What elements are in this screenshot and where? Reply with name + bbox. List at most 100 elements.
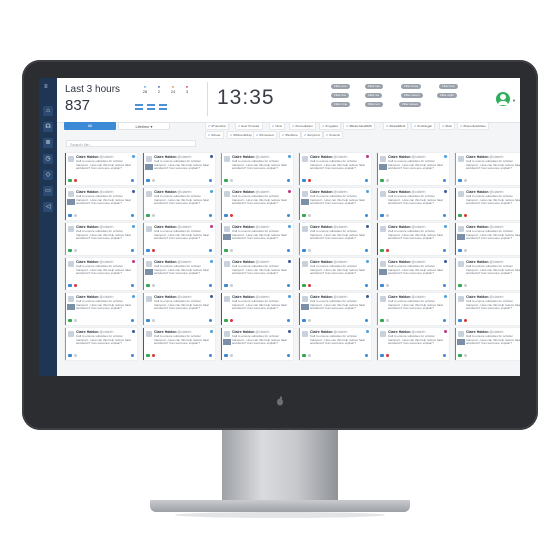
- share-icon[interactable]: [209, 354, 212, 357]
- filter-chip[interactable]: Filter two: [365, 84, 384, 89]
- share-icon[interactable]: [131, 319, 134, 322]
- post-card[interactable]: Claire Haldon @claireh Call to ensure sub…: [455, 223, 520, 255]
- heart-icon[interactable]: [386, 284, 389, 287]
- heart-icon[interactable]: [230, 284, 233, 287]
- sentiment-icon[interactable]: [380, 319, 384, 322]
- post-card[interactable]: Claire Haldon @claireh Call to ensure sub…: [65, 188, 137, 220]
- tab-all[interactable]: All: [64, 122, 116, 130]
- filter-chip[interactable]: Filter seven: [401, 93, 423, 98]
- post-card[interactable]: Claire Haldon @claireh Call to ensure sub…: [455, 328, 520, 360]
- post-card[interactable]: Claire Haldon @claireh Call to ensure sub…: [221, 188, 293, 220]
- sentiment-icon[interactable]: [302, 354, 306, 357]
- post-card[interactable]: Claire Haldon @claireh Call to ensure sub…: [143, 328, 215, 360]
- post-image[interactable]: [67, 304, 75, 310]
- share-icon[interactable]: [365, 214, 368, 217]
- share-icon[interactable]: [131, 354, 134, 357]
- filter-chip[interactable]: Filter four: [439, 84, 458, 89]
- heart-icon[interactable]: [152, 354, 155, 357]
- search-input[interactable]: Search file...: [66, 140, 196, 147]
- post-card[interactable]: Claire Haldon @claireh Call to ensure sub…: [455, 153, 520, 185]
- post-card[interactable]: Claire Haldon @claireh Call to ensure sub…: [377, 293, 449, 325]
- hashtag-filter[interactable]: #BetterIdeaMMS: [343, 122, 375, 130]
- share-icon[interactable]: [287, 354, 290, 357]
- post-card[interactable]: Claire Haldon @claireh Call to ensure sub…: [377, 188, 449, 220]
- post-card[interactable]: Claire Haldon @claireh Call to ensure sub…: [221, 258, 293, 290]
- share-icon[interactable]: [131, 214, 134, 217]
- time-range-label[interactable]: Last 3 hours: [65, 84, 120, 95]
- post-card[interactable]: Claire Haldon @claireh Call to ensure sub…: [377, 328, 449, 360]
- heart-icon[interactable]: [464, 179, 467, 182]
- hashtag-filter[interactable]: #Favorite&Share: [457, 122, 489, 130]
- sentiment-icon[interactable]: [146, 214, 150, 217]
- heart-icon[interactable]: [386, 249, 389, 252]
- post-image[interactable]: [301, 304, 309, 310]
- heart-icon[interactable]: [230, 319, 233, 322]
- hashtag-filter[interactable]: Chat: [269, 122, 285, 130]
- hashtag-filter[interactable]: #bell: [439, 122, 455, 130]
- post-card[interactable]: Claire Haldon @claireh Call to ensure sub…: [221, 223, 293, 255]
- share-icon[interactable]: [287, 249, 290, 252]
- home-icon[interactable]: ⌂: [43, 106, 53, 116]
- heart-icon[interactable]: [152, 214, 155, 217]
- hashtag-filter[interactable]: #Transition: [205, 122, 230, 130]
- share-icon[interactable]: [443, 249, 446, 252]
- headset-icon[interactable]: ☊: [43, 122, 53, 132]
- heart-icon[interactable]: [74, 284, 77, 287]
- sentiment-icon[interactable]: [146, 284, 150, 287]
- post-card[interactable]: Claire Haldon @claireh Call to ensure sub…: [65, 258, 137, 290]
- post-image[interactable]: [457, 234, 465, 240]
- share-icon[interactable]: [209, 319, 212, 322]
- share-icon[interactable]: [209, 249, 212, 252]
- sentiment-icon[interactable]: [224, 354, 228, 357]
- post-card[interactable]: Claire Haldon @claireh Call to ensure sub…: [143, 258, 215, 290]
- sentiment-icon[interactable]: [302, 319, 306, 322]
- share-icon[interactable]: [209, 179, 212, 182]
- share-icon[interactable]: [443, 319, 446, 322]
- post-card[interactable]: Claire Haldon @claireh Call to ensure sub…: [65, 223, 137, 255]
- megaphone-icon[interactable]: ◁: [43, 202, 53, 212]
- post-card[interactable]: Claire Haldon @claireh Call to ensure sub…: [299, 153, 371, 185]
- sentiment-icon[interactable]: [458, 284, 462, 287]
- heart-icon[interactable]: [74, 214, 77, 217]
- sentiment-icon[interactable]: [224, 249, 228, 252]
- share-icon[interactable]: [287, 284, 290, 287]
- post-image[interactable]: [67, 199, 75, 205]
- sentiment-icon[interactable]: [146, 179, 150, 182]
- heart-icon[interactable]: [74, 319, 77, 322]
- post-card[interactable]: Claire Haldon @claireh Call to ensure sub…: [221, 328, 293, 360]
- heart-icon[interactable]: [464, 249, 467, 252]
- hashtag-filter[interactable]: #notcurt: [323, 131, 344, 139]
- sentiment-icon[interactable]: [380, 214, 384, 217]
- sentiment-icon[interactable]: [68, 319, 72, 322]
- heart-icon[interactable]: [230, 354, 233, 357]
- heart-icon[interactable]: [386, 214, 389, 217]
- hashtag-filter[interactable]: Ever Provider: [235, 122, 263, 130]
- sentiment-icon[interactable]: [68, 354, 72, 357]
- share-icon[interactable]: [443, 284, 446, 287]
- share-icon[interactable]: [287, 179, 290, 182]
- share-icon[interactable]: [209, 214, 212, 217]
- share-icon[interactable]: [287, 319, 290, 322]
- post-image[interactable]: [301, 199, 309, 205]
- filter-chip[interactable]: Filter five: [331, 93, 350, 98]
- post-card[interactable]: Claire Haldon @claireh Call to ensure sub…: [377, 258, 449, 290]
- heart-icon[interactable]: [464, 354, 467, 357]
- share-icon[interactable]: [365, 179, 368, 182]
- post-card[interactable]: Claire Haldon @claireh Call to ensure sub…: [65, 328, 137, 360]
- clock-icon[interactable]: ◷: [43, 154, 53, 164]
- sentiment-icon[interactable]: [224, 284, 228, 287]
- sentiment-icon[interactable]: [458, 354, 462, 357]
- sentiment-icon[interactable]: [68, 179, 72, 182]
- post-card[interactable]: Claire Haldon @claireh Call to ensure sub…: [455, 258, 520, 290]
- sentiment-icon[interactable]: [380, 179, 384, 182]
- heart-icon[interactable]: [230, 249, 233, 252]
- post-card[interactable]: Claire Haldon @claireh Call to ensure sub…: [455, 293, 520, 325]
- sentiment-icon[interactable]: [302, 249, 306, 252]
- sentiment-icon[interactable]: [302, 179, 306, 182]
- post-card[interactable]: Claire Haldon @claireh Call to ensure sub…: [143, 223, 215, 255]
- heart-icon[interactable]: [152, 249, 155, 252]
- filter-chip[interactable]: Filter six: [365, 93, 383, 98]
- heart-icon[interactable]: [464, 319, 467, 322]
- sentiment-icon[interactable]: [458, 179, 462, 182]
- sentiment-icon[interactable]: [458, 214, 462, 217]
